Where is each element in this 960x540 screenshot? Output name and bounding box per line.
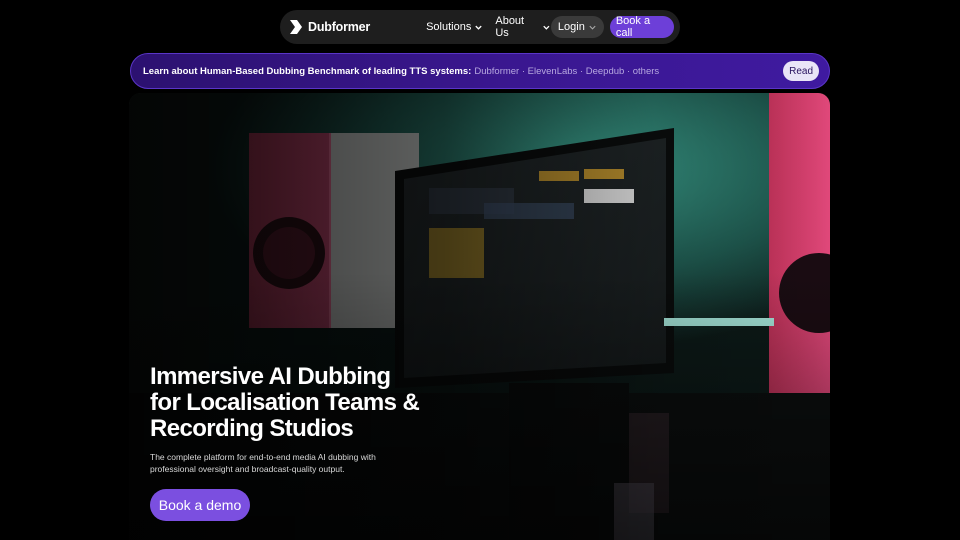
top-navigation: Dubformer Solutions About Us Login Book … xyxy=(280,10,680,44)
nav-item-label: About Us xyxy=(495,15,525,39)
banner-text: Learn about Human-Based Dubbing Benchmar… xyxy=(143,66,659,77)
hero-title: Immersive AI Dubbing for Localisation Te… xyxy=(150,364,470,442)
nav-item-solutions[interactable]: Solutions xyxy=(426,15,483,39)
read-button[interactable]: Read xyxy=(783,61,819,81)
login-label: Login xyxy=(557,21,585,33)
hero-subtitle-line: The complete platform for end-to-end med… xyxy=(150,452,376,462)
chevron-down-icon xyxy=(543,25,550,30)
hero-title-line: Recording Studios xyxy=(150,415,354,442)
nav-actions: Login Book a call xyxy=(550,15,674,39)
hero-subtitle-line: professional oversight and broadcast-qua… xyxy=(150,463,345,474)
hero-content: Immersive AI Dubbing for Localisation Te… xyxy=(150,364,470,521)
dubformer-logo-icon xyxy=(290,20,302,34)
banner-headline: Learn about Human-Based Dubbing Benchmar… xyxy=(143,65,472,77)
nav-item-about-us[interactable]: About Us xyxy=(495,15,551,39)
banner-systems: Dubformer · ElevenLabs · Deepdub · other… xyxy=(474,65,660,77)
announcement-banner[interactable]: Learn about Human-Based Dubbing Benchmar… xyxy=(130,53,830,89)
hero-subtitle: The complete platform for end-to-end med… xyxy=(150,452,400,475)
hero-title-line: for Localisation Teams & xyxy=(150,389,420,416)
brand-logo[interactable]: Dubformer xyxy=(289,19,370,35)
book-a-demo-button[interactable]: Book a demo xyxy=(150,489,250,521)
chevron-down-icon xyxy=(475,25,483,30)
hero-title-line: Immersive AI Dubbing xyxy=(150,363,391,390)
book-a-call-button[interactable]: Book a call xyxy=(609,15,674,39)
nav-item-label: Solutions xyxy=(426,21,472,33)
chevron-down-icon xyxy=(589,25,596,30)
brand-name: Dubformer xyxy=(308,20,371,34)
login-button[interactable]: Login xyxy=(550,16,604,38)
hero-section: Immersive AI Dubbing for Localisation Te… xyxy=(129,93,830,540)
nav-menu: Solutions About Us xyxy=(426,15,551,39)
